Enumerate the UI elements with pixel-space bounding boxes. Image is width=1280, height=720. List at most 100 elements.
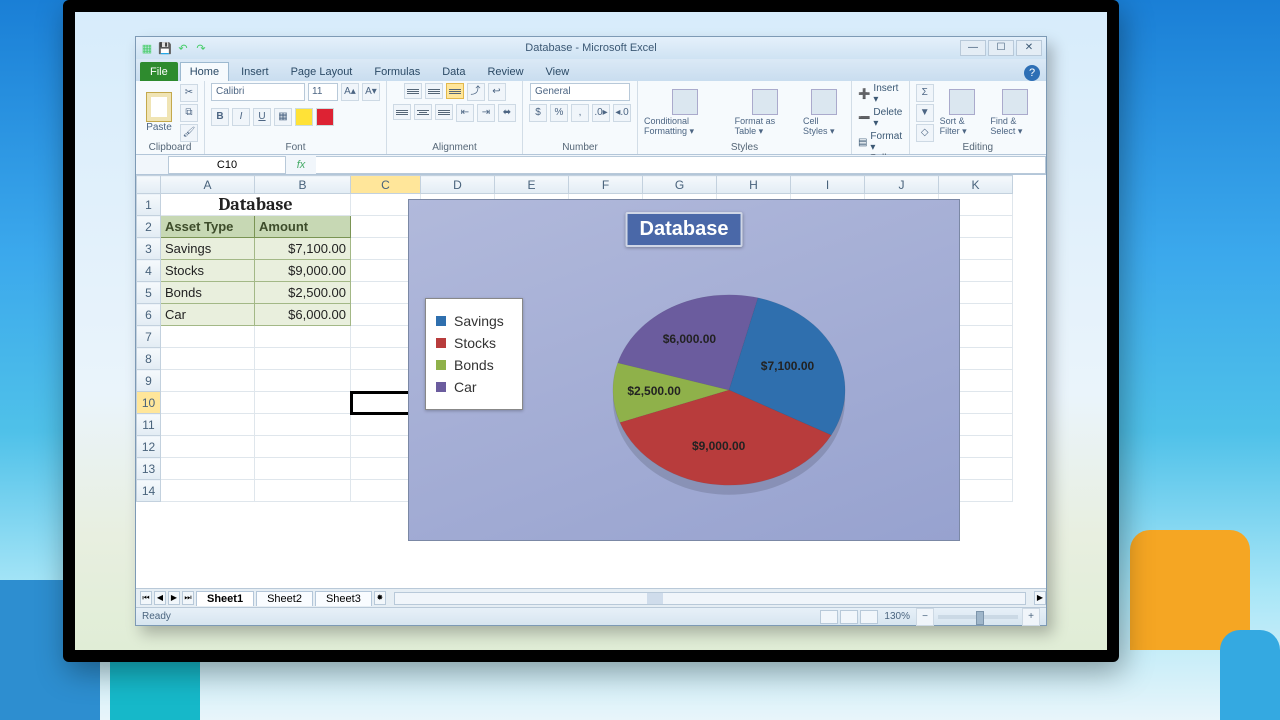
sheet-tab-3[interactable]: Sheet3 — [315, 591, 372, 606]
increase-indent-button[interactable]: ⇥ — [477, 104, 495, 122]
sort-filter-button[interactable]: Sort & Filter ▾ — [940, 89, 985, 137]
new-sheet-button[interactable]: ✸ — [374, 591, 386, 605]
font-size-select[interactable]: 11 — [308, 83, 338, 101]
data-label[interactable]: $2,500.00 — [627, 384, 680, 398]
fill-button[interactable]: ▼ — [916, 104, 934, 122]
name-box[interactable]: C10 — [168, 156, 286, 174]
delete-cells-button[interactable]: ➖Delete ▾ — [858, 107, 903, 129]
align-left-button[interactable] — [393, 104, 411, 120]
column-header[interactable]: C — [351, 176, 421, 194]
view-layout-button[interactable] — [840, 610, 858, 624]
font-color-button[interactable] — [316, 108, 334, 126]
cell[interactable]: $9,000.00 — [255, 260, 351, 282]
view-break-button[interactable] — [860, 610, 878, 624]
column-header[interactable]: H — [717, 176, 791, 194]
format-cells-button[interactable]: ▤Format ▾ — [858, 131, 903, 153]
row-header[interactable]: 2 — [137, 216, 161, 238]
sheet-nav-first[interactable]: ⏮ — [140, 591, 152, 605]
underline-button[interactable]: U — [253, 108, 271, 126]
copy-button[interactable]: ⧉ — [180, 104, 198, 122]
row-header[interactable]: 8 — [137, 348, 161, 370]
column-header[interactable]: A — [161, 176, 255, 194]
cell[interactable] — [255, 480, 351, 502]
tab-data[interactable]: Data — [432, 62, 475, 81]
wrap-text-button[interactable]: ↩ — [488, 83, 506, 101]
increase-decimal-button[interactable]: .0▸ — [592, 104, 610, 122]
legend-item[interactable]: Stocks — [436, 335, 512, 351]
clear-button[interactable]: ◇ — [916, 124, 934, 142]
row-header[interactable]: 9 — [137, 370, 161, 392]
currency-button[interactable]: $ — [529, 104, 547, 122]
sheet-nav-next[interactable]: ▶ — [168, 591, 180, 605]
merge-button[interactable]: ⬌ — [498, 104, 516, 122]
column-header[interactable]: F — [569, 176, 643, 194]
row-header[interactable]: 7 — [137, 326, 161, 348]
cell[interactable] — [161, 458, 255, 480]
zoom-level[interactable]: 130% — [884, 611, 910, 622]
legend-item[interactable]: Car — [436, 379, 512, 395]
embedded-chart[interactable]: Database Savings Stocks Bonds Car $7,100.00… — [408, 199, 960, 541]
undo-icon[interactable]: ↶ — [176, 41, 190, 55]
tab-file[interactable]: File — [140, 62, 178, 81]
format-as-table-button[interactable]: Format as Table ▾ — [735, 89, 795, 137]
border-button[interactable]: ▦ — [274, 108, 292, 126]
autosum-button[interactable]: Σ — [916, 84, 934, 102]
cell[interactable] — [161, 392, 255, 414]
cell[interactable] — [161, 370, 255, 392]
row-header[interactable]: 6 — [137, 304, 161, 326]
align-middle-button[interactable] — [425, 83, 443, 99]
tab-insert[interactable]: Insert — [231, 62, 279, 81]
legend-item[interactable]: Bonds — [436, 357, 512, 373]
sheet-tab-2[interactable]: Sheet2 — [256, 591, 313, 606]
scroll-right[interactable]: ▶ — [1034, 591, 1046, 605]
decrease-font-button[interactable]: A▾ — [362, 83, 380, 101]
title-bar[interactable]: ▦ 💾 ↶ ↷ Database - Microsoft Excel — ☐ ✕ — [136, 37, 1046, 59]
paste-button[interactable]: Paste — [142, 88, 176, 138]
view-normal-button[interactable] — [820, 610, 838, 624]
data-label[interactable]: $6,000.00 — [663, 332, 716, 346]
chart-legend[interactable]: Savings Stocks Bonds Car — [425, 298, 523, 410]
sheet-nav-last[interactable]: ⏭ — [182, 591, 194, 605]
horizontal-scrollbar[interactable] — [394, 592, 1026, 605]
decrease-decimal-button[interactable]: ◂.0 — [613, 104, 631, 122]
zoom-slider[interactable] — [938, 615, 1018, 619]
cell[interactable] — [255, 348, 351, 370]
cell[interactable]: $7,100.00 — [255, 238, 351, 260]
tab-view[interactable]: View — [536, 62, 580, 81]
conditional-formatting-button[interactable]: Conditional Formatting ▾ — [644, 89, 727, 137]
zoom-out-button[interactable]: − — [916, 608, 934, 626]
row-header[interactable]: 3 — [137, 238, 161, 260]
help-icon[interactable]: ? — [1024, 65, 1040, 81]
cell[interactable]: Car — [161, 304, 255, 326]
legend-item[interactable]: Savings — [436, 313, 512, 329]
formula-input[interactable] — [316, 156, 1046, 174]
align-bottom-button[interactable] — [446, 83, 464, 99]
fill-color-button[interactable] — [295, 108, 313, 126]
cell[interactable]: Stocks — [161, 260, 255, 282]
minimize-button[interactable]: — — [960, 40, 986, 56]
sheet-nav-prev[interactable]: ◀ — [154, 591, 166, 605]
data-label[interactable]: $7,100.00 — [761, 359, 814, 373]
align-center-button[interactable] — [414, 104, 432, 120]
italic-button[interactable]: I — [232, 108, 250, 126]
cell[interactable] — [255, 370, 351, 392]
tab-review[interactable]: Review — [477, 62, 533, 81]
sheet-tab-1[interactable]: Sheet1 — [196, 591, 254, 606]
tab-home[interactable]: Home — [180, 62, 229, 81]
font-family-select[interactable]: Calibri — [211, 83, 305, 101]
column-header[interactable]: D — [421, 176, 495, 194]
chart-title[interactable]: Database — [626, 212, 743, 247]
maximize-button[interactable]: ☐ — [988, 40, 1014, 56]
cell[interactable] — [161, 436, 255, 458]
row-header[interactable]: 4 — [137, 260, 161, 282]
cell-styles-button[interactable]: Cell Styles ▾ — [803, 89, 845, 137]
column-header[interactable]: J — [865, 176, 939, 194]
insert-cells-button[interactable]: ➕Insert ▾ — [858, 83, 903, 105]
cell[interactable] — [255, 326, 351, 348]
fx-icon[interactable]: fx — [286, 159, 316, 171]
comma-button[interactable]: , — [571, 104, 589, 122]
save-icon[interactable]: 💾 — [158, 41, 172, 55]
align-right-button[interactable] — [435, 104, 453, 120]
tab-page-layout[interactable]: Page Layout — [281, 62, 363, 81]
increase-font-button[interactable]: A▴ — [341, 83, 359, 101]
